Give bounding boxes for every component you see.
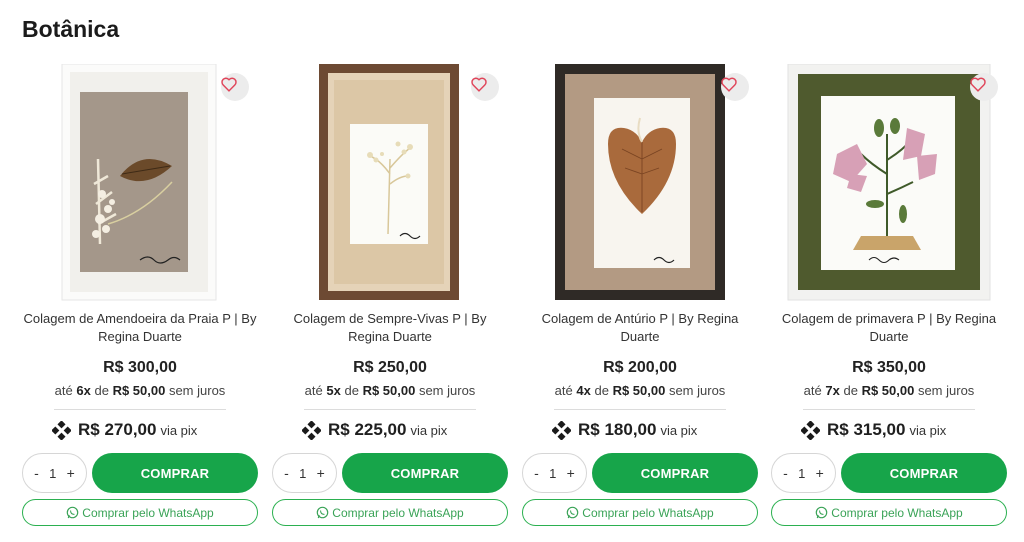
whatsapp-icon [567,506,579,519]
product-card: Colagem de primavera P | By Regina Duart… [771,60,1007,530]
product-image [319,64,459,300]
pix-label: via pix [410,422,448,438]
qty-decrease-button[interactable]: - [534,465,539,481]
qty-value[interactable]: 1 [549,466,556,481]
pix-price-row: R$ 270,00 via pix [52,418,197,442]
wishlist-button[interactable] [471,73,499,101]
qty-decrease-button[interactable]: - [783,465,788,481]
pix-price: R$ 315,00 [827,420,906,439]
whatsapp-icon [317,506,329,519]
qty-value[interactable]: 1 [798,466,805,481]
whatsapp-buy-button[interactable]: Comprar pelo WhatsApp [22,499,258,526]
pix-label: via pix [660,422,698,438]
product-image [555,64,725,300]
product-card: Colagem de Amendoeira da Praia P | By Re… [22,60,258,530]
pix-price: R$ 270,00 [78,420,157,439]
whatsapp-label: Comprar pelo WhatsApp [582,505,714,520]
qty-increase-button[interactable]: + [816,465,824,481]
wishlist-button[interactable] [970,73,998,101]
product-image [61,64,217,301]
product-card: Colagem de Antúrio P | By Regina Duarte … [522,60,758,530]
pix-icon [552,420,571,440]
product-price: R$ 350,00 [852,359,926,376]
pix-price: R$ 180,00 [578,420,657,439]
product-name[interactable]: Colagem de Sempre-Vivas P | By Regina Du… [272,310,508,346]
product-card: Colagem de Sempre-Vivas P | By Regina Du… [272,60,508,530]
whatsapp-buy-button[interactable]: Comprar pelo WhatsApp [771,499,1007,526]
pix-icon [52,420,71,440]
quantity-stepper: - 1 + [272,453,337,493]
buy-button[interactable]: COMPRAR [92,453,258,493]
product-image-link[interactable] [22,60,258,305]
qty-increase-button[interactable]: + [317,465,325,481]
divider [54,409,226,410]
divider [304,409,476,410]
product-name[interactable]: Colagem de Amendoeira da Praia P | By Re… [22,310,258,346]
heart-outline-icon [721,77,737,92]
qty-increase-button[interactable]: + [567,465,575,481]
section-title: Botânica [22,16,120,42]
product-image [787,64,991,301]
qty-decrease-button[interactable]: - [284,465,289,481]
installments-text: até 5x de R$ 50,00 sem juros [304,383,476,398]
heart-outline-icon [471,77,487,92]
qty-value[interactable]: 1 [49,466,56,481]
pix-label: via pix [909,422,947,438]
pix-icon [302,420,321,440]
installments-text: até 6x de R$ 50,00 sem juros [54,383,226,398]
divider [554,409,726,410]
qty-value[interactable]: 1 [299,466,306,481]
divider [803,409,975,410]
product-image-link[interactable] [522,60,758,305]
buy-button[interactable]: COMPRAR [841,453,1007,493]
product-price: R$ 200,00 [603,359,677,376]
whatsapp-icon [816,506,828,519]
quantity-stepper: - 1 + [771,453,836,493]
whatsapp-label: Comprar pelo WhatsApp [82,505,214,520]
pix-price-row: R$ 225,00 via pix [302,418,447,442]
whatsapp-label: Comprar pelo WhatsApp [332,505,464,520]
product-image-link[interactable] [272,60,508,305]
quantity-stepper: - 1 + [522,453,587,493]
qty-decrease-button[interactable]: - [34,465,39,481]
product-price: R$ 300,00 [103,359,177,376]
whatsapp-icon [67,506,79,519]
pix-label: via pix [160,422,198,438]
pix-price-row: R$ 180,00 via pix [552,418,697,442]
product-image-link[interactable] [771,60,1007,305]
wishlist-button[interactable] [221,73,249,101]
whatsapp-buy-button[interactable]: Comprar pelo WhatsApp [272,499,508,526]
product-name[interactable]: Colagem de primavera P | By Regina Duart… [771,310,1007,346]
buy-button[interactable]: COMPRAR [342,453,508,493]
installments-text: até 7x de R$ 50,00 sem juros [803,383,975,398]
quantity-stepper: - 1 + [22,453,87,493]
product-price: R$ 250,00 [353,359,427,376]
product-name[interactable]: Colagem de Antúrio P | By Regina Duarte [522,310,758,346]
whatsapp-buy-button[interactable]: Comprar pelo WhatsApp [522,499,758,526]
heart-outline-icon [221,77,237,92]
heart-outline-icon [970,77,986,92]
qty-increase-button[interactable]: + [67,465,75,481]
pix-price-row: R$ 315,00 via pix [801,418,946,442]
installments-text: até 4x de R$ 50,00 sem juros [554,383,726,398]
pix-price: R$ 225,00 [328,420,407,439]
wishlist-button[interactable] [721,73,749,101]
whatsapp-label: Comprar pelo WhatsApp [831,505,963,520]
buy-button[interactable]: COMPRAR [592,453,758,493]
pix-icon [801,420,820,440]
